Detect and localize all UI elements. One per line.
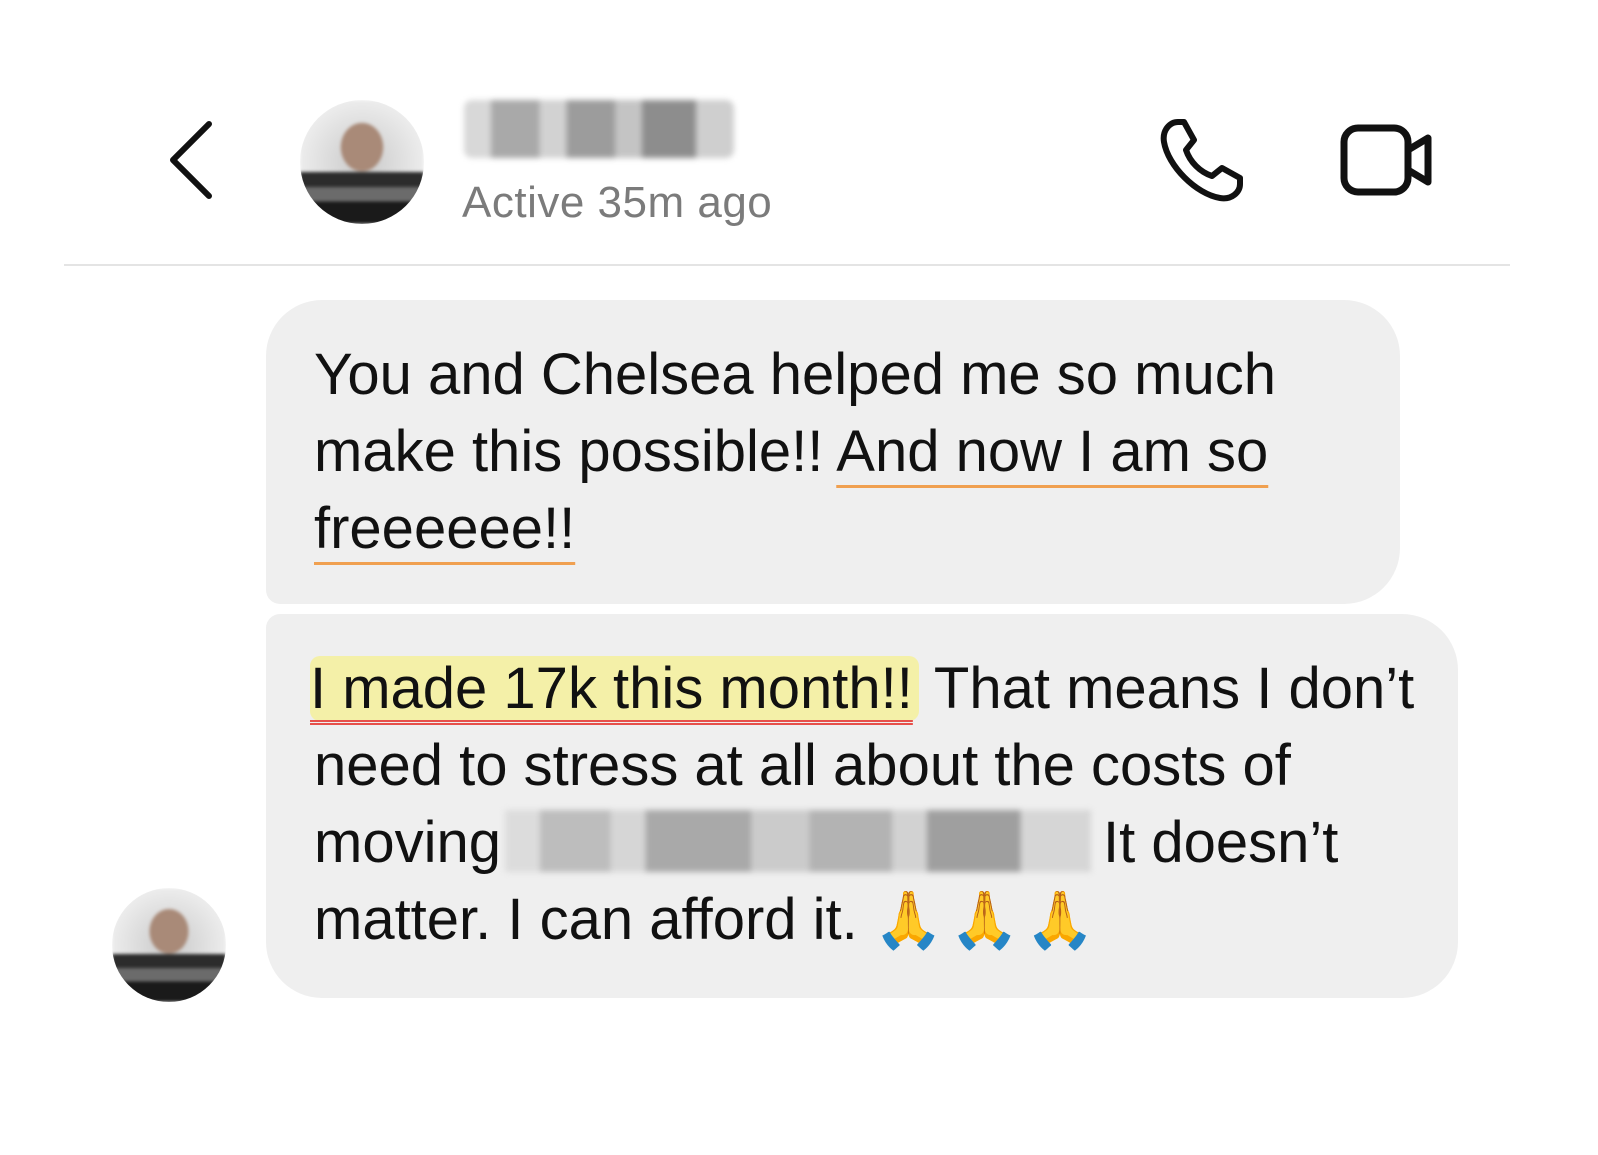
phone-icon [1156, 114, 1248, 206]
video-call-button[interactable] [1336, 112, 1440, 208]
highlighted-text: I made 17k this month!! [310, 656, 919, 721]
header-divider [64, 264, 1510, 266]
redacted-text [504, 810, 1091, 872]
avatar-image [112, 888, 226, 1002]
back-button[interactable] [160, 112, 220, 208]
contact-avatar[interactable] [300, 100, 424, 224]
video-camera-icon [1338, 120, 1438, 200]
praying-hands-icon: 🙏🙏🙏 [873, 888, 1102, 953]
message-bubble[interactable]: You and Chelsea helped me so much make t… [266, 300, 1400, 604]
contact-name[interactable] [464, 100, 734, 158]
avatar-image [300, 100, 424, 224]
message-bubble[interactable]: I made 17k this month!! That means I don… [266, 614, 1458, 998]
chevron-left-icon [165, 118, 215, 202]
audio-call-button[interactable] [1152, 112, 1252, 208]
chat-header: Active 35m ago [0, 0, 1598, 272]
active-status: Active 35m ago [462, 178, 773, 227]
sender-avatar[interactable] [112, 888, 226, 1002]
